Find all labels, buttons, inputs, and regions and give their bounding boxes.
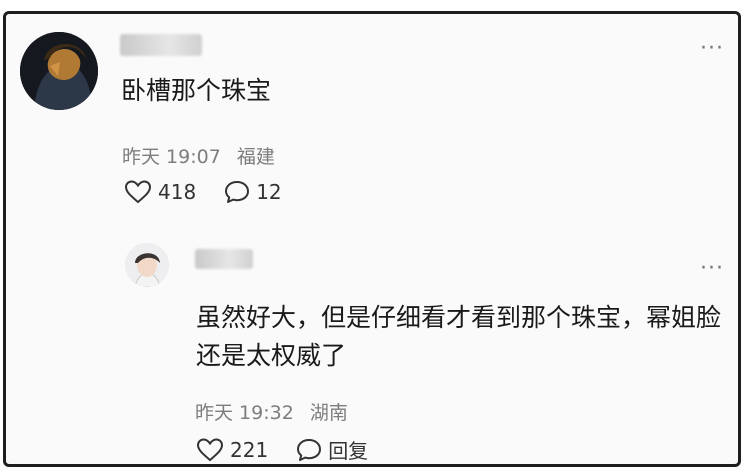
avatar[interactable]	[20, 32, 98, 110]
reply-meta: 昨天 19:32 湖南	[195, 398, 358, 425]
reply-more-dots-icon[interactable]: ···	[700, 256, 724, 281]
reply-username-blurred[interactable]	[195, 249, 253, 269]
like-button[interactable]: 418	[124, 180, 196, 204]
comment-meta: 昨天 19:07 福建	[122, 142, 285, 169]
reply-like-count: 221	[230, 437, 269, 462]
reply-button-label: 回复	[328, 439, 369, 463]
reply-like-button[interactable]: 221	[196, 438, 268, 462]
like-count: 418	[158, 180, 197, 204]
comment-actions: 418 12	[124, 180, 310, 204]
reply-count-button[interactable]: 12	[224, 180, 282, 204]
heart-outline-icon	[124, 180, 152, 204]
more-dots-icon[interactable]: ···	[700, 36, 724, 61]
comment-time: 昨天 19:07	[122, 146, 221, 168]
reply-time: 昨天 19:32	[195, 402, 294, 424]
reply-actions: 221 回复	[196, 435, 396, 464]
reply-count: 12	[256, 180, 282, 204]
speech-bubble-icon	[225, 181, 250, 203]
comment-text: 卧槽那个珠宝	[121, 76, 272, 105]
reply-location: 湖南	[309, 402, 348, 424]
username-blurred[interactable]	[120, 34, 202, 56]
heart-outline-icon	[196, 437, 224, 461]
reply-button[interactable]: 回复	[296, 435, 368, 464]
comment-thread: ··· 卧槽那个珠宝 昨天 19:07 福建 418 12 ··· 虽然好大，但…	[3, 11, 741, 467]
reply-text: 虽然好大，但是仔细看才看到那个珠宝，幂姐脸还是太权威了	[196, 303, 722, 370]
reply-avatar[interactable]	[125, 243, 169, 287]
reply-avatar-image	[125, 243, 169, 287]
speech-bubble-icon	[297, 438, 322, 461]
avatar-image	[20, 32, 98, 110]
comment-location: 福建	[236, 146, 275, 168]
